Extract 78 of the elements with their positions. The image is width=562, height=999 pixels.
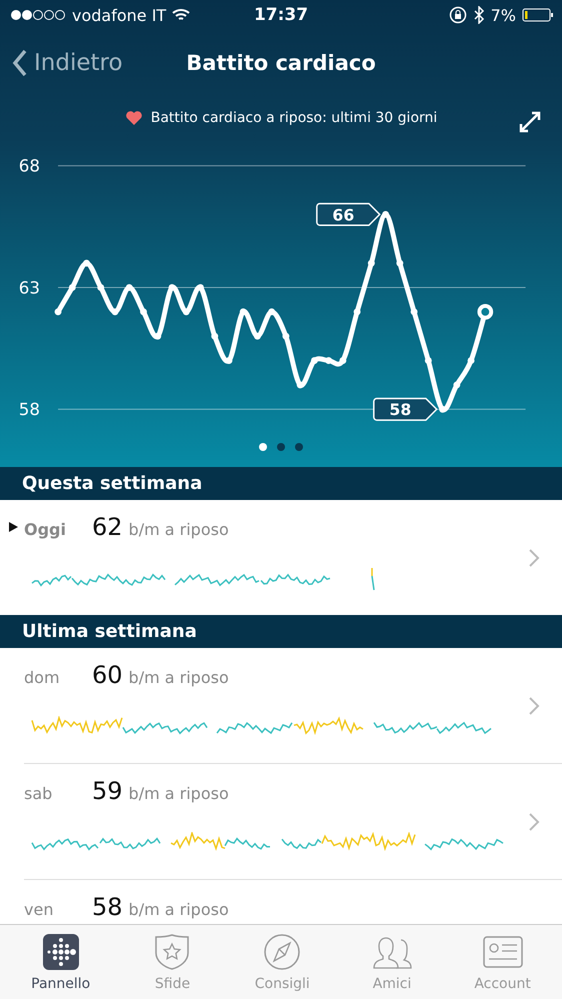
- unit-label: b/m a riposo: [128, 669, 229, 687]
- battery-percent: 7%: [490, 6, 516, 24]
- data-point: [68, 284, 76, 291]
- signal-icon: [10, 9, 66, 21]
- data-point: [339, 357, 346, 364]
- chevron-right-icon[interactable]: [528, 548, 540, 568]
- wifi-icon: [172, 8, 190, 22]
- data-point: [439, 406, 446, 413]
- tab-item[interactable]: Account: [470, 932, 535, 992]
- day-label: ven: [24, 901, 54, 919]
- section-header: Ultima settimana: [0, 615, 562, 648]
- axis-label: 58: [18, 400, 40, 420]
- day-label: sab: [24, 785, 54, 803]
- data-point: [354, 308, 361, 316]
- compass-icon: [262, 932, 302, 972]
- heart-rate-value: 59: [92, 778, 123, 804]
- page-dot[interactable]: [277, 443, 285, 451]
- chevron-left-icon: [12, 49, 28, 77]
- data-point: [211, 332, 218, 340]
- data-point: [168, 284, 176, 291]
- axis-label: 63: [18, 278, 40, 298]
- heart-rate-value: 62: [92, 514, 123, 540]
- data-point: [254, 332, 261, 340]
- bluetooth-icon: [472, 6, 485, 24]
- page-dot[interactable]: [259, 443, 267, 451]
- tab-item[interactable]: Pannello: [27, 932, 94, 992]
- data-point: [97, 284, 104, 291]
- data-point: [310, 357, 318, 364]
- carrier-name: vodafone IT: [72, 6, 166, 24]
- value-callout: 58: [373, 398, 438, 421]
- back-button[interactable]: Indietro: [0, 49, 123, 77]
- data-point: [296, 382, 304, 388]
- data-point: [282, 332, 290, 340]
- tab-item[interactable]: Amici: [368, 932, 416, 992]
- data-point: [468, 357, 474, 364]
- data-point: [154, 332, 162, 340]
- heart-rate-value: 58: [92, 894, 123, 920]
- expand-icon[interactable]: [518, 110, 542, 134]
- data-point: [410, 308, 418, 316]
- chevron-right-icon[interactable]: [528, 812, 540, 832]
- section-header: Questa settimana: [0, 467, 562, 500]
- chart-heading: Battito cardiaco a riposo: ultimi 30 giorni: [150, 110, 438, 126]
- battery-icon: [522, 7, 554, 23]
- data-point: [268, 308, 276, 316]
- data-point: [54, 308, 62, 316]
- data-point: [197, 284, 204, 291]
- data-point: [382, 211, 390, 218]
- rotation-lock-icon: [448, 6, 467, 24]
- tab-item[interactable]: Consigli: [250, 932, 314, 992]
- unit-label: b/m a riposo: [128, 521, 229, 539]
- screen-title: Battito cardiaco: [186, 51, 376, 75]
- data-point: [424, 357, 432, 364]
- page-dot[interactable]: [295, 443, 303, 451]
- unit-label: b/m a riposo: [128, 901, 229, 919]
- heart-rate-value: 60: [92, 662, 123, 688]
- data-point: [83, 260, 90, 267]
- data-point: [477, 304, 494, 320]
- data-point: [182, 308, 190, 316]
- data-point: [126, 284, 133, 291]
- data-point: [325, 357, 332, 364]
- unit-label: b/m a riposo: [128, 785, 229, 803]
- day-label: Oggi: [24, 521, 67, 539]
- data-point: [396, 260, 404, 267]
- data-point: [240, 308, 247, 316]
- data-point: [453, 382, 460, 388]
- clock: 17:37: [254, 5, 308, 25]
- tab-item[interactable]: Sfide: [148, 932, 196, 992]
- data-point: [112, 308, 118, 316]
- heart-icon: [124, 110, 143, 126]
- chevron-right-icon[interactable]: [528, 696, 540, 716]
- day-label: dom: [24, 669, 61, 687]
- data-point: [140, 308, 147, 316]
- data-point: [368, 260, 375, 267]
- dots-logo-icon: [40, 932, 81, 972]
- data-point: [226, 357, 232, 364]
- axis-label: 68: [18, 156, 40, 176]
- value-callout: 66: [316, 202, 380, 226]
- current-marker-icon: [9, 522, 18, 532]
